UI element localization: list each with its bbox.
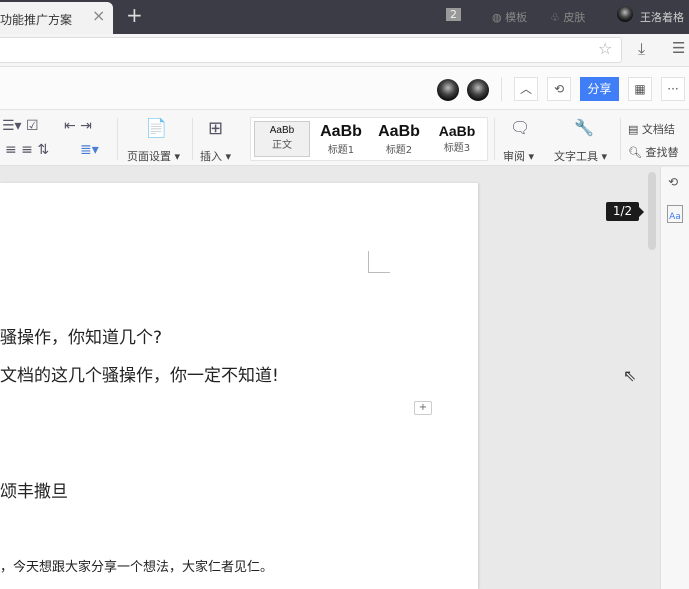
doc-structure-label: 文档结 — [641, 123, 675, 136]
style-label: 标题1 — [327, 145, 355, 156]
align-icon[interactable]: ≡ ≡ ⇅ — [5, 142, 49, 158]
mouse-cursor-icon: ⇖ — [623, 366, 637, 385]
doc-line[interactable]: 文档的这几个骚操作，你一定不知道! — [0, 361, 279, 386]
find-replace-label: 查找替 — [645, 146, 679, 159]
template-button[interactable]: ◍ 模板 — [492, 9, 527, 25]
template-label: 模板 — [505, 11, 528, 24]
page-setup-label: 页面设置 — [127, 150, 171, 163]
style-label: 正文 — [272, 140, 292, 151]
more-button[interactable]: ··· — [661, 77, 685, 101]
qr-code-icon[interactable]: ▦ — [628, 77, 652, 101]
close-tab-icon[interactable]: × — [92, 6, 105, 25]
user-name[interactable]: 王洛着格 — [640, 9, 684, 25]
history-icon[interactable]: ⟲ — [547, 77, 571, 101]
collapse-button[interactable]: ︿ — [514, 77, 538, 101]
history-icon[interactable]: ⟲ — [668, 175, 678, 189]
insert-button[interactable]: 插入 ▾ — [200, 148, 231, 164]
indent-icon[interactable]: ⇤ ⇥ — [64, 118, 92, 134]
add-comment-button[interactable]: + — [414, 401, 432, 415]
doc-line[interactable]: ，今天想跟大家分享一个想法，大家仁者见仁。 — [0, 556, 273, 575]
skin-label: 皮肤 — [563, 11, 586, 24]
wrench-icon[interactable]: 🔧 — [574, 118, 594, 137]
page-setup-button[interactable]: 页面设置 ▾ — [127, 148, 180, 164]
text-tools-label: 文字工具 — [554, 150, 598, 163]
style-preview: AaBb — [438, 123, 476, 139]
page-indicator: 1/2 — [606, 202, 644, 221]
collaborator-avatar[interactable] — [467, 79, 489, 101]
document-header: ︿ ⟲ 分享 ▦ ··· — [0, 67, 689, 110]
doc-line[interactable]: 颂丰撒旦 — [0, 477, 68, 502]
style-label: 标题3 — [443, 143, 471, 154]
review-label: 审阅 — [503, 150, 525, 163]
page-setup-icon[interactable]: 📄 — [145, 118, 167, 139]
download-icon[interactable]: ⤓ — [638, 39, 645, 59]
find-replace-button[interactable]: 🔍︎ 查找替 — [628, 144, 678, 160]
style-label: 标题2 — [385, 145, 413, 156]
review-button[interactable]: 审阅 ▾ — [503, 148, 534, 164]
style-heading-3[interactable]: AaBb 标题3 — [429, 118, 485, 160]
style-gallery: AaBb 正文 AaBb 标题1 AaBb 标题2 AaBb 标题3 — [250, 117, 488, 161]
style-normal[interactable]: AaBb 正文 — [254, 121, 310, 157]
style-heading-2[interactable]: AaBb 标题2 — [371, 118, 427, 160]
divider — [117, 118, 118, 160]
window-count-badge[interactable]: 2 — [446, 8, 461, 21]
right-side-panel: ⟲ Aa — [660, 167, 689, 589]
style-preview: AaBb — [378, 123, 420, 140]
doc-structure-button[interactable]: ▤ 文档结 — [628, 121, 675, 137]
list-icon[interactable]: ☰▾ ☑ — [2, 118, 39, 134]
tab-bar: 功能推广方案 × + 2 ◍ 模板 ♧ 皮肤 王洛着格 — [0, 0, 689, 34]
divider — [494, 118, 495, 160]
user-avatar[interactable] — [617, 6, 633, 22]
scrollbar[interactable] — [648, 172, 656, 250]
divider — [501, 77, 502, 101]
line-spacing-icon[interactable]: ≣▾ — [80, 142, 99, 158]
divider — [192, 118, 193, 160]
insert-icon[interactable]: ⊞ — [208, 118, 223, 139]
document-page[interactable]: 骚操作，你知道几个? 文档的这几个骚操作，你一定不知道! + 颂丰撒旦 ，今天想… — [0, 183, 478, 589]
style-preview: AaBb — [320, 123, 362, 140]
insert-label: 插入 — [200, 150, 222, 163]
text-tools-button[interactable]: 文字工具 ▾ — [554, 148, 607, 164]
collaborator-avatar[interactable] — [437, 79, 459, 101]
menu-icon[interactable]: ☰ — [672, 39, 685, 57]
style-pane-icon[interactable]: Aa — [667, 205, 683, 223]
url-input[interactable] — [0, 37, 622, 63]
ribbon-toolbar: ☰▾ ☑ ⇤ ⇥ ≡ ≡ ⇅ ≣▾ 📄 页面设置 ▾ ⊞ 插入 ▾ AaBb 正文… — [0, 110, 689, 166]
share-button[interactable]: 分享 — [580, 77, 619, 101]
style-preview: AaBb — [269, 125, 295, 136]
divider — [620, 118, 621, 160]
review-icon[interactable]: 🗨 — [510, 118, 530, 137]
star-icon[interactable]: ☆ — [598, 39, 612, 58]
new-tab-button[interactable]: + — [126, 3, 143, 27]
doc-line[interactable]: 骚操作，你知道几个? — [0, 323, 162, 348]
skin-button[interactable]: ♧ 皮肤 — [550, 9, 585, 25]
tab-title: 功能推广方案 — [0, 13, 73, 27]
margin-marker — [368, 251, 390, 273]
address-bar: ☆ ⤓ ☰ — [0, 34, 689, 67]
style-heading-1[interactable]: AaBb 标题1 — [313, 118, 369, 160]
